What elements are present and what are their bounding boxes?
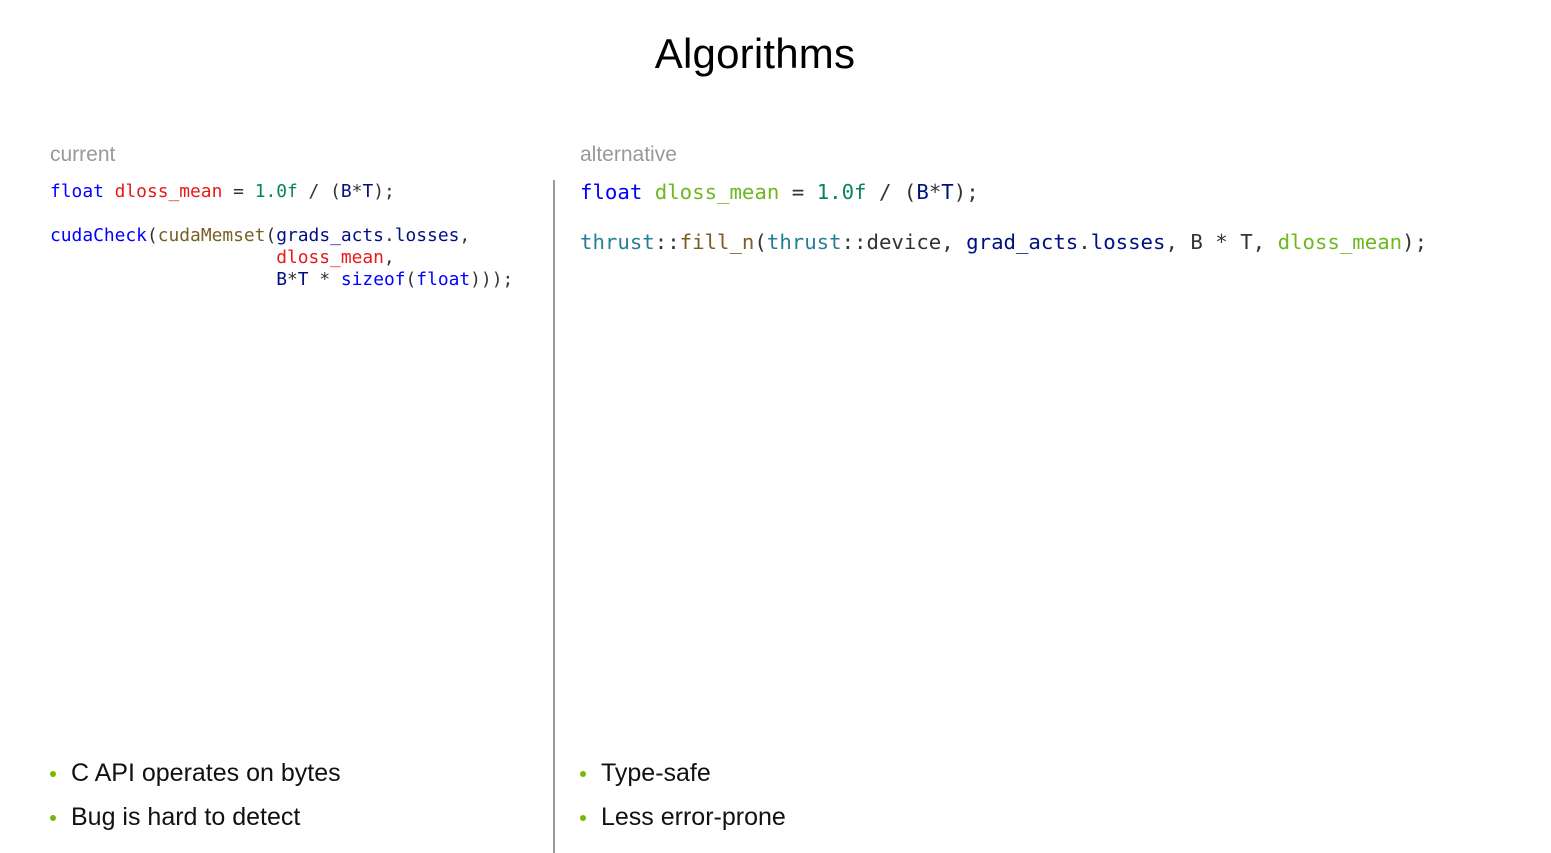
slide-title: Algorithms (654, 30, 856, 77)
code-token: * (308, 269, 341, 290)
code-token: 1.0f (254, 181, 298, 202)
bullet-dot-icon (50, 771, 56, 777)
code-token: T (362, 181, 374, 202)
code-token: ))); (470, 269, 514, 290)
code-token: thrust (766, 230, 842, 254)
code-token: * (286, 269, 298, 290)
code-token: / ( (297, 181, 341, 202)
bullet-item: Bug is hard to detect (50, 800, 341, 844)
current-code-block: float dloss_mean = 1.0f / (B*T); cudaChe… (50, 181, 513, 291)
code-token: . (383, 225, 395, 246)
code-token: . (1078, 230, 1091, 254)
code-token: * (928, 180, 942, 204)
code-token: device, (866, 230, 967, 254)
code-token: losses (1090, 230, 1166, 254)
code-token: , (459, 225, 471, 246)
code-token: dloss_mean (276, 247, 384, 268)
code-token: ( (265, 225, 277, 246)
code-line: float dloss_mean = 1.0f / (B*T); (580, 180, 979, 204)
code-token: dloss_mean (114, 181, 223, 202)
code-token: ); (953, 180, 979, 204)
code-line: dloss_mean, (50, 247, 395, 268)
bullet-item: C API operates on bytes (50, 756, 341, 800)
bullet-text: C API operates on bytes (71, 759, 341, 787)
bullet-item: Less error-prone (580, 800, 786, 844)
bullet-item: Type-safe (580, 756, 786, 800)
code-token: cudaMemset (157, 225, 266, 246)
code-token: T (941, 180, 954, 204)
code-token: ); (1402, 230, 1428, 254)
code-token: B (340, 181, 352, 202)
code-line: thrust::fill_n(thrust::device, grad_acts… (580, 230, 1427, 254)
bullet-dot-icon (50, 815, 56, 821)
code-token: fill_n (679, 230, 755, 254)
bullet-text: Bug is hard to detect (71, 803, 301, 831)
code-token: , B * T, (1165, 230, 1278, 254)
column-divider (553, 180, 555, 853)
code-token: cudaCheck (50, 225, 147, 246)
code-token: dloss_mean (1277, 230, 1403, 254)
code-token: , (383, 247, 395, 268)
code-token: losses (394, 225, 460, 246)
code-token: 1.0f (816, 180, 867, 204)
code-token: :: (654, 230, 680, 254)
alternative-code-block: float dloss_mean = 1.0f / (B*T); thrust:… (580, 180, 1427, 255)
code-token: ( (405, 269, 417, 290)
code-token: float (416, 269, 471, 290)
bullet-dot-icon (580, 815, 586, 821)
code-token: thrust (580, 230, 655, 254)
alternative-bullet-list: Type-safe Less error-prone (580, 756, 786, 844)
code-token: B (916, 180, 929, 204)
code-token: B (276, 269, 287, 290)
code-token: :: (841, 230, 867, 254)
code-token: grad_acts (966, 230, 1079, 254)
bullet-text: Less error-prone (601, 803, 786, 831)
code-token: dloss_mean (654, 180, 780, 204)
code-token: float (50, 181, 104, 202)
code-token: = (779, 180, 817, 204)
code-token: ); (373, 181, 395, 202)
code-line: float dloss_mean = 1.0f / (B*T); (50, 181, 395, 202)
bullet-dot-icon (580, 771, 586, 777)
code-token: sizeof (340, 269, 406, 290)
current-bullet-list: C API operates on bytes Bug is hard to d… (50, 756, 341, 844)
bullet-text: Type-safe (601, 759, 711, 787)
code-token: ( (146, 225, 158, 246)
code-token: * (351, 181, 363, 202)
code-line: B*T * sizeof(float))); (50, 269, 513, 290)
code-token: = (222, 181, 255, 202)
code-token: float (580, 180, 643, 204)
alternative-label: alternative (580, 143, 677, 166)
current-label: current (50, 143, 116, 166)
code-token: ( (754, 230, 767, 254)
code-token: grads_acts (276, 225, 384, 246)
code-token: T (297, 269, 309, 290)
code-line: cudaCheck(cudaMemset(grads_acts.losses, (50, 225, 470, 246)
code-token: / ( (866, 180, 917, 204)
